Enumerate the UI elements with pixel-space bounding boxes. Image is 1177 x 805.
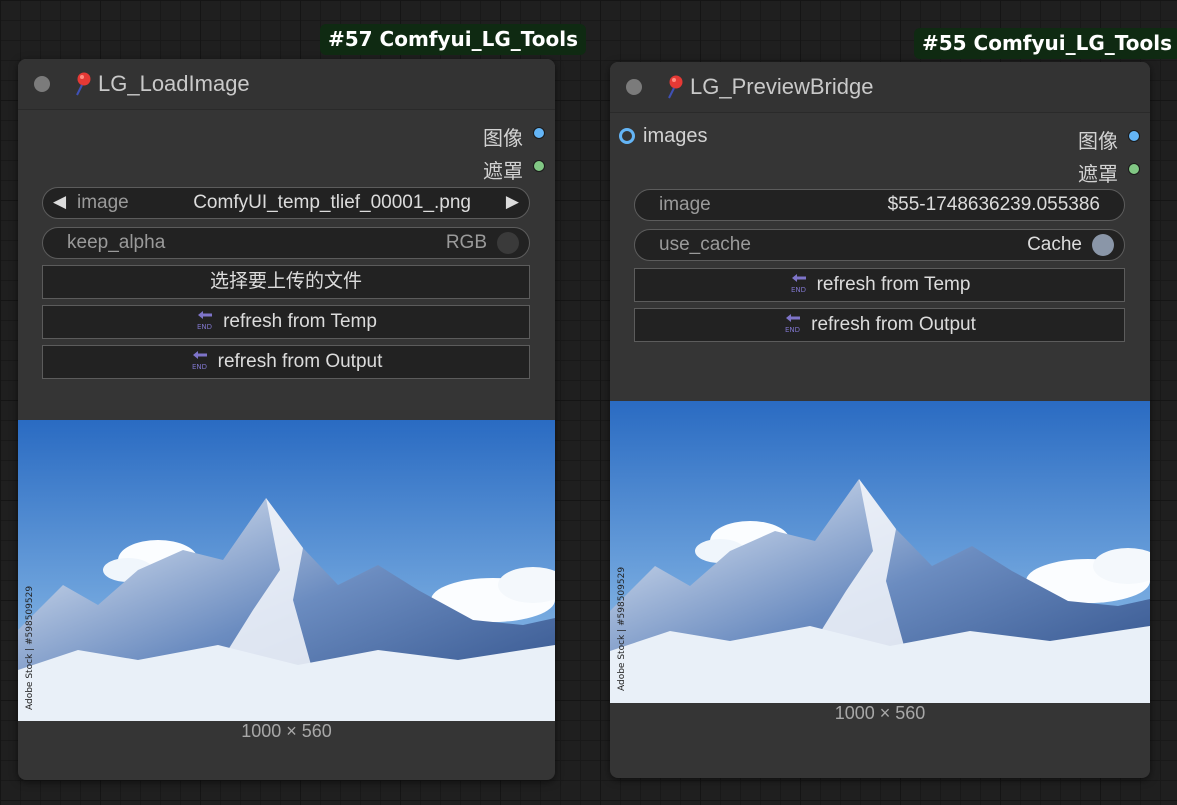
collapse-dot-icon[interactable] xyxy=(34,76,50,92)
image-combo-widget[interactable]: ◀ image ComfyUI_temp_tlief_00001_.png ▶ xyxy=(42,187,530,219)
watermark-text: Adobe Stock | #598509529 xyxy=(25,586,35,710)
output-label-mask: 遮罩 xyxy=(1078,164,1118,186)
load-image-node[interactable]: LG_LoadImage 图像 遮罩 ◀ image ComfyUI_temp_… xyxy=(18,59,555,780)
collapse-dot-icon[interactable] xyxy=(626,79,642,95)
combo-right-arrow-icon[interactable]: ▶ xyxy=(506,192,519,212)
output-label-mask: 遮罩 xyxy=(483,161,523,183)
pin-icon xyxy=(76,72,91,96)
output-slot-mask[interactable] xyxy=(1128,163,1140,175)
refresh-from-temp-button[interactable]: END refresh from Temp xyxy=(634,268,1125,302)
svg-text:END: END xyxy=(785,326,800,334)
button-label: refresh from Output xyxy=(811,314,976,335)
toggle-on-icon[interactable] xyxy=(1092,234,1114,256)
output-label-image: 图像 xyxy=(483,128,523,150)
output-slot-image[interactable] xyxy=(533,127,545,139)
node-title: LG_LoadImage xyxy=(98,71,250,96)
node-badge-57: #57 Comfyui_LG_Tools xyxy=(320,24,587,55)
end-arrow-icon: END xyxy=(791,273,806,294)
output-label-image: 图像 xyxy=(1078,131,1118,153)
upload-file-button[interactable]: 选择要上传的文件 xyxy=(42,265,530,299)
end-arrow-icon: END xyxy=(197,310,212,331)
output-slot-mask[interactable] xyxy=(533,160,545,172)
refresh-from-temp-button[interactable]: END refresh from Temp xyxy=(42,305,530,339)
svg-text:END: END xyxy=(192,363,207,371)
combo-left-arrow-icon[interactable]: ◀ xyxy=(53,192,66,212)
input-label-images: images xyxy=(643,125,708,147)
output-slot-image[interactable] xyxy=(1128,130,1140,142)
node-header[interactable]: LG_LoadImage xyxy=(18,59,555,110)
mountain-image: Adobe Stock | #598509529 xyxy=(610,401,1150,703)
preview-bridge-node[interactable]: LG_PreviewBridge images 图像 遮罩 image $55-… xyxy=(610,62,1150,778)
image-dimensions: 1000 × 560 xyxy=(241,721,332,741)
button-label: refresh from Temp xyxy=(223,311,377,332)
svg-text:END: END xyxy=(791,286,806,294)
image-preview: Adobe Stock | #598509529 xyxy=(18,420,555,721)
keep-alpha-toggle[interactable]: keep_alpha RGB xyxy=(42,227,530,259)
node-header[interactable]: LG_PreviewBridge xyxy=(610,62,1150,113)
widget-label: use_cache xyxy=(659,234,751,255)
widget-value: $55-1748636239.055386 xyxy=(887,194,1100,215)
widget-label: keep_alpha xyxy=(67,232,166,253)
node-badge-55: #55 Comfyui_LG_Tools xyxy=(914,28,1177,59)
toggle-off-icon[interactable] xyxy=(497,232,519,254)
image-dimensions: 1000 × 560 xyxy=(834,703,926,723)
widget-label: image xyxy=(77,192,129,213)
refresh-from-output-button[interactable]: END refresh from Output xyxy=(42,345,530,379)
button-label: refresh from Temp xyxy=(816,274,971,295)
svg-text:END: END xyxy=(197,323,212,331)
button-label: 选择要上传的文件 xyxy=(209,271,362,292)
widget-value: Cache xyxy=(1027,234,1082,255)
widget-label: image xyxy=(659,194,711,215)
node-title: LG_PreviewBridge xyxy=(690,74,874,99)
refresh-from-output-button[interactable]: END refresh from Output xyxy=(634,308,1125,342)
pin-icon xyxy=(668,75,683,99)
image-value-widget[interactable]: image $55-1748636239.055386 xyxy=(634,189,1125,221)
image-preview: Adobe Stock | #598509529 xyxy=(610,401,1150,703)
widget-value: RGB xyxy=(445,232,487,253)
watermark-text: Adobe Stock | #598509529 xyxy=(617,567,627,691)
mountain-image: Adobe Stock | #598509529 xyxy=(18,420,555,721)
widget-value: ComfyUI_temp_tlief_00001_.png xyxy=(193,192,471,213)
button-label: refresh from Output xyxy=(217,351,383,372)
input-slot-images[interactable] xyxy=(619,128,635,144)
end-arrow-icon: END xyxy=(785,313,800,334)
use-cache-toggle[interactable]: use_cache Cache xyxy=(634,229,1125,261)
end-arrow-icon: END xyxy=(192,350,207,371)
